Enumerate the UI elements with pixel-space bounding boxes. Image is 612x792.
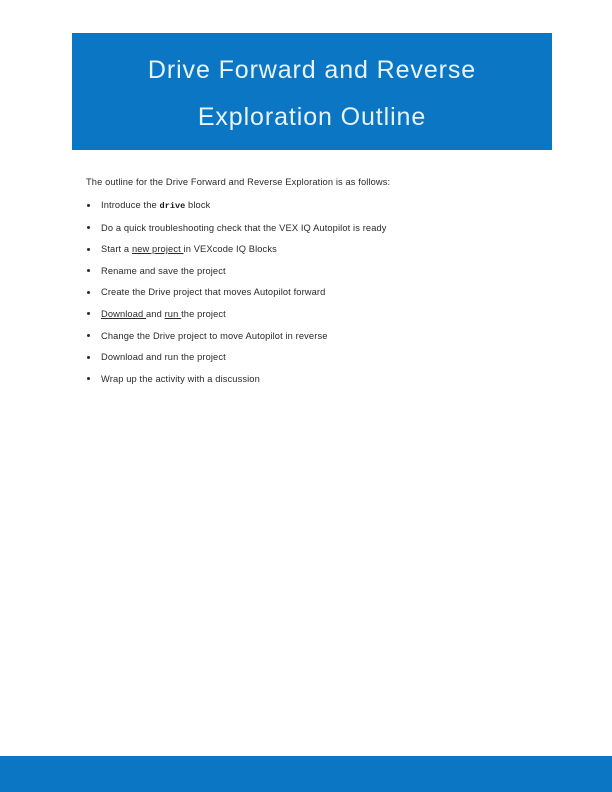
bullet-dot-icon bbox=[87, 269, 90, 273]
outline-item-text-segment: Rename and save the project bbox=[101, 265, 226, 276]
outline-item-text: Download and run the project bbox=[101, 352, 226, 362]
outline-item-text-segment: and bbox=[146, 308, 165, 319]
inline-code-block-name: drive bbox=[159, 201, 186, 211]
outline-item-link[interactable]: run bbox=[165, 309, 182, 319]
intro-paragraph: The outline for the Drive Forward and Re… bbox=[86, 177, 391, 187]
outline-list-item: Create the Drive project that moves Auto… bbox=[86, 287, 538, 298]
outline-item-text-segment: Do a quick troubleshooting check that th… bbox=[101, 222, 387, 233]
outline-item-text-segment: the project bbox=[181, 308, 226, 319]
outline-item-text: Download and run the project bbox=[101, 309, 226, 319]
outline-item-text-segment: in VEXcode IQ Blocks bbox=[183, 244, 277, 255]
outline-item-text: Wrap up the activity with a discussion bbox=[101, 374, 260, 384]
outline-item-text-segment: Download and run the project bbox=[101, 352, 226, 363]
outline-list-item: Wrap up the activity with a discussion bbox=[86, 374, 538, 385]
outline-list-item: Rename and save the project bbox=[86, 266, 538, 277]
outline-item-text-segment: Change the Drive project to move Autopil… bbox=[101, 330, 328, 341]
page-title-line-1: Drive Forward and Reverse bbox=[147, 55, 477, 84]
title-banner: Drive Forward and Reverse Exploration Ou… bbox=[72, 33, 552, 150]
outline-item-text-segment: Wrap up the activity with a discussion bbox=[101, 373, 260, 384]
bullet-dot-icon bbox=[87, 247, 90, 251]
bullet-dot-icon bbox=[87, 203, 90, 207]
outline-list-item: Do a quick troubleshooting check that th… bbox=[86, 223, 538, 234]
outline-item-text: Rename and save the project bbox=[101, 266, 226, 276]
bullet-dot-icon bbox=[87, 226, 90, 230]
outline-item-text: Introduce the drive block bbox=[101, 200, 211, 211]
footer-bar bbox=[0, 756, 612, 792]
outline-list-item: Start a new project in VEXcode IQ Blocks bbox=[86, 244, 538, 255]
outline-item-text-segment: Introduce the bbox=[101, 200, 160, 210]
bullet-dot-icon bbox=[87, 377, 90, 381]
outline-list-item: Download and run the project bbox=[86, 309, 538, 320]
bullet-dot-icon bbox=[87, 290, 90, 294]
outline-item-text: Do a quick troubleshooting check that th… bbox=[101, 223, 387, 233]
outline-item-text-segment: Start a bbox=[101, 244, 132, 255]
outline-list-item: Change the Drive project to move Autopil… bbox=[86, 331, 538, 342]
bullet-dot-icon bbox=[87, 312, 90, 316]
outline-list-item: Download and run the project bbox=[86, 352, 538, 363]
outline-item-text-segment: block bbox=[185, 200, 211, 210]
outline-item-text: Start a new project in VEXcode IQ Blocks bbox=[101, 244, 277, 254]
outline-item-text: Create the Drive project that moves Auto… bbox=[101, 287, 325, 297]
document-page: Drive Forward and Reverse Exploration Ou… bbox=[0, 0, 612, 792]
outline-item-link[interactable]: Download bbox=[101, 309, 146, 319]
document-body: The outline for the Drive Forward and Re… bbox=[86, 176, 538, 395]
outline-item-text-segment: Create the Drive project that moves Auto… bbox=[101, 287, 326, 298]
bullet-dot-icon bbox=[87, 355, 90, 359]
outline-item-text: Change the Drive project to move Autopil… bbox=[101, 331, 328, 341]
outline-list-item: Introduce the drive block bbox=[86, 200, 538, 212]
outline-list: Introduce the drive block Do a quick trou… bbox=[86, 200, 538, 385]
outline-item-link[interactable]: new project bbox=[132, 244, 184, 254]
bullet-dot-icon bbox=[87, 334, 90, 338]
page-title-line-2: Exploration Outline bbox=[197, 102, 427, 131]
